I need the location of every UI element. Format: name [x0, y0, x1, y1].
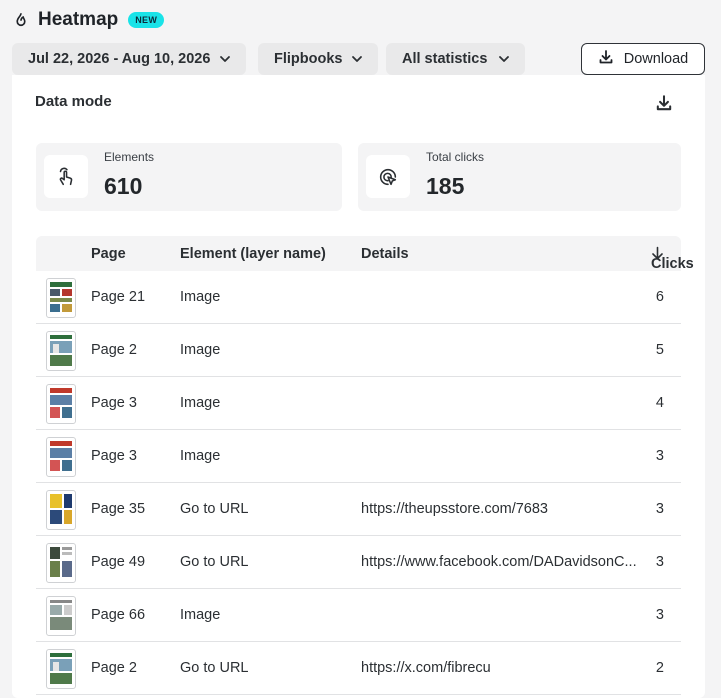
total-clicks-value: 185 — [426, 173, 465, 199]
cell-page: Page 21 — [91, 289, 146, 305]
chevron-down-icon — [218, 52, 232, 66]
cell-details[interactable]: https://theupsstore.com/7683 — [361, 501, 641, 517]
cell-details[interactable]: https://x.com/fibrecu — [361, 660, 641, 676]
table-row[interactable]: Page 2 Image 5 — [36, 324, 681, 377]
cell-element: Go to URL — [180, 501, 249, 517]
clicks-table: Page Element (layer name) Details Clicks… — [36, 236, 694, 695]
column-header-details[interactable]: Details — [361, 246, 409, 262]
table-row[interactable]: Page 3 Image 3 — [36, 430, 681, 483]
download-label: Download — [623, 51, 689, 67]
table-row[interactable]: Page 49 Go to URL https://www.facebook.c… — [36, 536, 681, 589]
cell-page: Page 3 — [91, 448, 137, 464]
date-range-label: Jul 22, 2026 - Aug 10, 2026 — [28, 51, 211, 67]
page-thumbnail — [46, 384, 76, 424]
download-icon — [598, 49, 614, 69]
cell-clicks: 6 — [655, 289, 664, 305]
cell-clicks: 5 — [655, 342, 664, 358]
date-range-dropdown[interactable]: Jul 22, 2026 - Aug 10, 2026 — [12, 43, 246, 75]
elements-value: 610 — [104, 173, 143, 199]
cell-element: Image — [180, 289, 221, 305]
cell-page: Page 49 — [91, 554, 146, 570]
cell-element: Image — [180, 342, 221, 358]
stats-filter-label: All statistics — [402, 51, 488, 67]
data-panel: Data mode Elements 610 Total clicks 185 … — [12, 75, 705, 698]
table-row[interactable]: Page 66 Image 3 — [36, 589, 681, 642]
page-thumbnail — [46, 490, 76, 530]
new-badge: NEW — [128, 12, 165, 28]
cell-clicks: 4 — [655, 395, 664, 411]
chevron-down-icon — [350, 52, 364, 66]
type-filter-label: Flipbooks — [274, 51, 343, 67]
page-thumbnail — [46, 437, 76, 477]
column-header-page[interactable]: Page — [91, 246, 126, 262]
stats-filter-dropdown[interactable]: All statistics — [386, 43, 525, 75]
table-row[interactable]: Page 35 Go to URL https://theupsstore.co… — [36, 483, 681, 536]
chevron-down-icon — [497, 52, 511, 66]
cell-page: Page 3 — [91, 395, 137, 411]
column-header-clicks[interactable]: Clicks — [651, 246, 694, 272]
elements-label: Elements — [104, 150, 155, 164]
download-button[interactable]: Download — [581, 43, 705, 75]
cell-page: Page 35 — [91, 501, 146, 517]
cell-clicks: 3 — [655, 607, 664, 623]
cell-element: Go to URL — [180, 660, 249, 676]
page-thumbnail — [46, 649, 76, 689]
table-row[interactable]: Page 3 Image 4 — [36, 377, 681, 430]
table-row[interactable]: Page 21 Image 6 — [36, 271, 681, 324]
cell-clicks: 3 — [655, 554, 664, 570]
clicks-header-label: Clicks — [651, 256, 694, 272]
page-thumbnail — [46, 543, 76, 583]
flame-icon — [12, 11, 30, 29]
total-clicks-stat-card: Total clicks 185 — [358, 143, 681, 211]
type-filter-dropdown[interactable]: Flipbooks — [258, 43, 378, 75]
cell-page: Page 66 — [91, 607, 146, 623]
table-header: Page Element (layer name) Details Clicks — [36, 236, 694, 272]
total-clicks-label: Total clicks — [426, 150, 485, 164]
export-download-icon[interactable] — [655, 94, 673, 112]
cell-clicks: 2 — [655, 660, 664, 676]
cell-clicks: 3 — [655, 501, 664, 517]
cell-clicks: 3 — [655, 448, 664, 464]
cell-element: Image — [180, 607, 221, 623]
cell-details[interactable]: https://www.facebook.com/DADavidsonC... — [361, 554, 641, 570]
page-thumbnail — [46, 331, 76, 371]
page-header: Heatmap NEW — [12, 8, 165, 32]
cell-page: Page 2 — [91, 660, 137, 676]
cell-page: Page 2 — [91, 342, 137, 358]
toolbar: Jul 22, 2026 - Aug 10, 2026 Flipbooks Al… — [12, 43, 705, 75]
panel-title: Data mode — [35, 93, 112, 110]
tap-icon — [44, 155, 88, 198]
cell-element: Image — [180, 395, 221, 411]
column-header-element[interactable]: Element (layer name) — [180, 246, 326, 262]
table-row[interactable]: Page 2 Go to URL https://x.com/fibrecu 2 — [36, 642, 681, 695]
page-thumbnail — [46, 596, 76, 636]
cursor-click-icon — [366, 155, 410, 198]
page-thumbnail — [46, 278, 76, 318]
page-title: Heatmap — [38, 9, 119, 30]
cell-element: Image — [180, 448, 221, 464]
cell-element: Go to URL — [180, 554, 249, 570]
elements-stat-card: Elements 610 — [36, 143, 342, 211]
